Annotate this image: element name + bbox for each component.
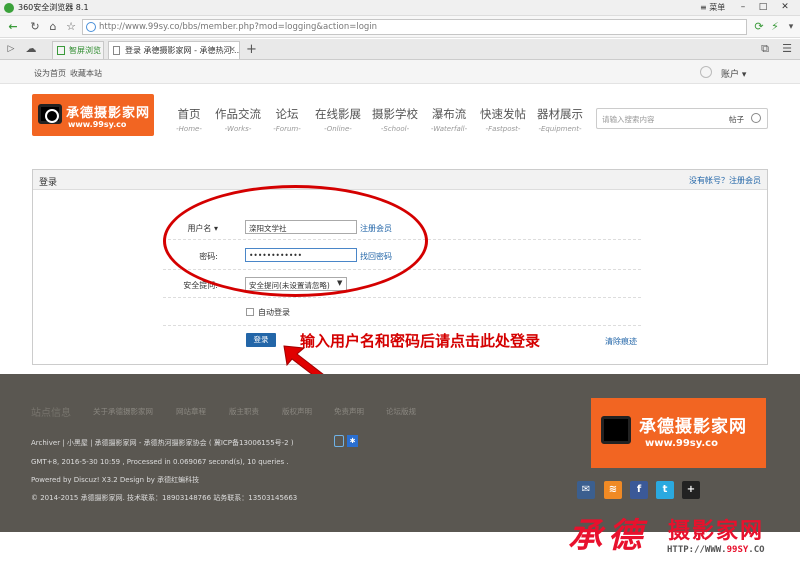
- annotation-note: 输入用户名和密码后请点击此处登录: [300, 332, 541, 350]
- page-security-icon: [86, 22, 96, 32]
- email-share-icon[interactable]: ✉: [577, 481, 595, 499]
- google-plus-icon[interactable]: +: [682, 481, 700, 499]
- addr-dropdown-icon[interactable]: ▾: [784, 20, 798, 34]
- register-link[interactable]: 没有帐号？注册会员: [689, 175, 761, 186]
- nav-waterfall[interactable]: 瀑布流 -Waterfall-: [420, 106, 478, 133]
- screen-icon: [57, 46, 65, 55]
- camera-icon: [38, 104, 62, 124]
- footer-line-powered: Powered by Discuz! X3.2 Design by 承德红蝙科技: [31, 476, 200, 484]
- user-icon: [700, 66, 712, 78]
- url-text: http://www.99sy.co/bbs/member.php?mod=lo…: [99, 22, 378, 32]
- minimize-icon[interactable]: –: [736, 1, 750, 14]
- login-panel-header: 登录 没有帐号？注册会员: [33, 170, 767, 190]
- restore-tab-icon[interactable]: ⧉: [758, 42, 772, 56]
- bookmark-link[interactable]: 收藏本站: [70, 68, 102, 79]
- search-type-select[interactable]: 帖子: [729, 114, 744, 125]
- footer-line-copyright: © 2014-2015 承德摄影家网. 技术联系：18903148766 站务联…: [31, 494, 298, 502]
- security-badge-icon: [334, 435, 344, 447]
- login-button[interactable]: 登录: [246, 333, 276, 347]
- browser-title-bar: 360安全浏览器 8.1 ≡ 菜单 – □ ✕: [0, 0, 800, 16]
- new-tab-icon[interactable]: +: [246, 42, 257, 57]
- footer-logo: 承德摄影家网 www.99sy.co: [591, 398, 766, 468]
- baidu-paw-icon: ✱: [347, 435, 358, 447]
- facebook-icon[interactable]: f: [630, 481, 648, 499]
- search-icon[interactable]: [751, 113, 761, 123]
- back-icon[interactable]: ←: [6, 20, 20, 34]
- browser-menu-button[interactable]: ≡ 菜单: [700, 2, 725, 13]
- tab-bar: ▷ ☁ 智屏浏览 登录 承德摄影家网 - 承德热河... ✕ + ⧉ ☰: [0, 39, 800, 60]
- cloud-icon[interactable]: ☁: [24, 42, 38, 56]
- nav-online[interactable]: 在线影展 -Online-: [309, 106, 367, 133]
- footer-link-moderator[interactable]: 版主职责: [229, 406, 259, 417]
- footer-link-about[interactable]: 关于承德摄影家网: [93, 406, 153, 417]
- search-input[interactable]: 请输入搜索内容: [602, 114, 655, 125]
- reload-icon[interactable]: ↻: [28, 20, 42, 34]
- nav-equipment[interactable]: 器材展示 -Equipment-: [531, 106, 589, 133]
- site-logo[interactable]: 承德摄影家网 www.99sy.co: [32, 94, 154, 136]
- footer-site-info: 站点信息: [31, 408, 71, 419]
- refresh-status-icon[interactable]: ⟳: [752, 20, 766, 34]
- watermark-script: 承德: [568, 516, 648, 556]
- watermark-url: HTTP://WWW.99SY.CO: [667, 545, 765, 555]
- url-input[interactable]: http://www.99sy.co/bbs/member.php?mod=lo…: [82, 19, 747, 35]
- tab-smart-screen[interactable]: 智屏浏览: [52, 41, 104, 59]
- tab-login-page[interactable]: 登录 承德摄影家网 - 承德热河...: [108, 41, 240, 59]
- account-menu[interactable]: 账户 ▾: [721, 67, 746, 80]
- close-icon[interactable]: ✕: [778, 1, 792, 14]
- tab-list-icon[interactable]: ☰: [780, 42, 794, 56]
- browser-logo-icon: [4, 3, 14, 13]
- site-top-bar: 设为首页 收藏本站 账户 ▾: [0, 60, 800, 84]
- page-icon: [113, 46, 120, 55]
- maximize-icon[interactable]: □: [756, 1, 770, 14]
- nav-forum[interactable]: 论坛 -Forum-: [258, 106, 316, 133]
- home-icon[interactable]: ⌂: [46, 20, 60, 34]
- site-logo-url: www.99sy.co: [68, 120, 127, 129]
- login-title: 登录: [39, 178, 58, 188]
- clear-trace-link[interactable]: 清除痕迹: [605, 336, 637, 347]
- sidebar-toggle-icon[interactable]: ▷: [4, 42, 18, 56]
- footer-line-archiver: Archiver | 小黑屋 | 承德摄影家网 - 承德热河摄影家协会 ( 冀I…: [31, 439, 294, 447]
- tab-close-icon[interactable]: ✕: [229, 45, 236, 54]
- site-search: 请输入搜索内容 帖子: [596, 108, 768, 129]
- nav-fastpost[interactable]: 快速发帖 -Fastpost-: [474, 106, 532, 133]
- footer-link-copyright[interactable]: 版权声明: [282, 406, 312, 417]
- watermark-name: 摄影家网: [668, 519, 765, 544]
- rss-icon[interactable]: ≋: [604, 481, 622, 499]
- auto-login-checkbox[interactable]: [246, 308, 254, 316]
- highlight-ellipse: [163, 185, 428, 297]
- footer-line-time: GMT+8, 2016-5-30 10:59 , Processed in 0.…: [31, 458, 289, 466]
- address-toolbar: ← ↻ ⌂ ☆ http://www.99sy.co/bbs/member.ph…: [0, 16, 800, 38]
- footer-link-disclaimer[interactable]: 免责声明: [334, 406, 364, 417]
- footer-link-charter[interactable]: 网站章程: [176, 406, 206, 417]
- auto-login-row: 自动登录: [163, 298, 641, 326]
- accelerate-icon[interactable]: ⚡: [768, 20, 782, 34]
- auto-login-label: 自动登录: [258, 308, 290, 317]
- footer-link-rules[interactable]: 论坛版规: [386, 406, 416, 417]
- favorite-star-icon[interactable]: ☆: [64, 20, 78, 34]
- twitter-icon[interactable]: t: [656, 481, 674, 499]
- browser-title: 360安全浏览器 8.1: [18, 3, 89, 12]
- footer-logo-name: 承德摄影家网: [639, 417, 747, 437]
- footer-camera-icon: [601, 416, 631, 444]
- nav-school[interactable]: 摄影学校 -School-: [366, 106, 424, 133]
- footer-logo-url: www.99sy.co: [645, 438, 718, 449]
- set-home-link[interactable]: 设为首页: [34, 68, 66, 79]
- site-logo-name: 承德摄影家网: [66, 106, 151, 121]
